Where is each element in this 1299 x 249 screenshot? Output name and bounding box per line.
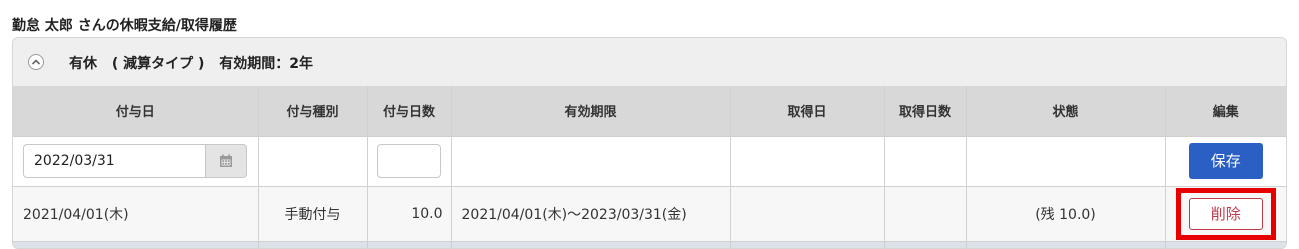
column-header-grant-type: 付与種別 <box>257 86 368 137</box>
calendar-icon <box>220 154 232 167</box>
grant-type-input-cell <box>257 135 368 187</box>
status-value: (残 10.0) <box>965 185 1166 242</box>
table-header-row: 付与日 付与種別 付与日数 有効期限 取得日 取得日数 状態 編集 <box>13 86 1286 137</box>
save-cell: 保存 <box>1164 135 1286 187</box>
leave-history-table: 付与日 付与種別 付与日数 有効期限 取得日 取得日数 状態 編集 2022/0… <box>13 86 1286 248</box>
leave-panel: 有休 ( 減算タイプ ) 有効期間：2年 付与日 付与種別 付与日数 有効期限 … <box>12 37 1287 249</box>
next-row-partial <box>13 240 1286 248</box>
panel-title: 有休 ( 減算タイプ ) 有効期間：2年 <box>69 53 323 73</box>
calendar-button[interactable] <box>205 144 247 178</box>
chevron-up-icon <box>31 59 41 65</box>
highlight-frame: 削除 <box>1175 187 1276 240</box>
leave-type-label: 有休 <box>69 56 97 72</box>
calc-type-label: ( 減算タイプ ) <box>111 56 205 72</box>
grant-days-input-cell <box>366 135 452 187</box>
validity-label: 有効期間：2年 <box>219 56 314 72</box>
grant-date-picker <box>23 144 247 178</box>
collapse-toggle-button[interactable] <box>28 54 44 70</box>
grant-type-value: 手動付与 <box>257 185 368 242</box>
taken-date-input-cell <box>729 135 885 187</box>
column-header-grant-days: 付与日数 <box>366 86 452 137</box>
delete-cell: 削除 <box>1164 185 1286 242</box>
grant-date-value: 2021/04/01(木) <box>13 185 259 242</box>
column-header-grant-date: 付与日 <box>13 86 259 137</box>
column-header-expiry: 有効期限 <box>450 86 731 137</box>
table-row: 2021/04/01(木) 手動付与 10.0 2021/04/01(木)～20… <box>13 185 1286 242</box>
status-input-cell <box>965 135 1166 187</box>
save-button[interactable]: 保存 <box>1188 143 1263 179</box>
grant-date-cell <box>13 135 259 187</box>
column-header-status: 状態 <box>965 86 1166 137</box>
grant-days-value: 10.0 <box>366 185 452 242</box>
expiry-value: 2021/04/01(木)～2023/03/31(金) <box>450 185 731 242</box>
column-header-taken-days: 取得日数 <box>883 86 967 137</box>
input-row: 保存 <box>13 135 1286 187</box>
expiry-input-cell <box>450 135 731 187</box>
taken-days-input-cell <box>883 135 967 187</box>
taken-date-value <box>729 185 885 242</box>
column-header-taken-date: 取得日 <box>729 86 885 137</box>
panel-header: 有休 ( 減算タイプ ) 有効期間：2年 <box>13 38 1286 86</box>
grant-date-input[interactable] <box>23 144 205 178</box>
column-header-edit: 編集 <box>1164 86 1286 137</box>
taken-days-value <box>883 185 967 242</box>
page-title: 勤怠 太郎 さんの休暇支給/取得履歴 <box>12 18 237 34</box>
delete-button[interactable]: 削除 <box>1188 197 1263 230</box>
grant-days-input[interactable] <box>377 144 441 178</box>
